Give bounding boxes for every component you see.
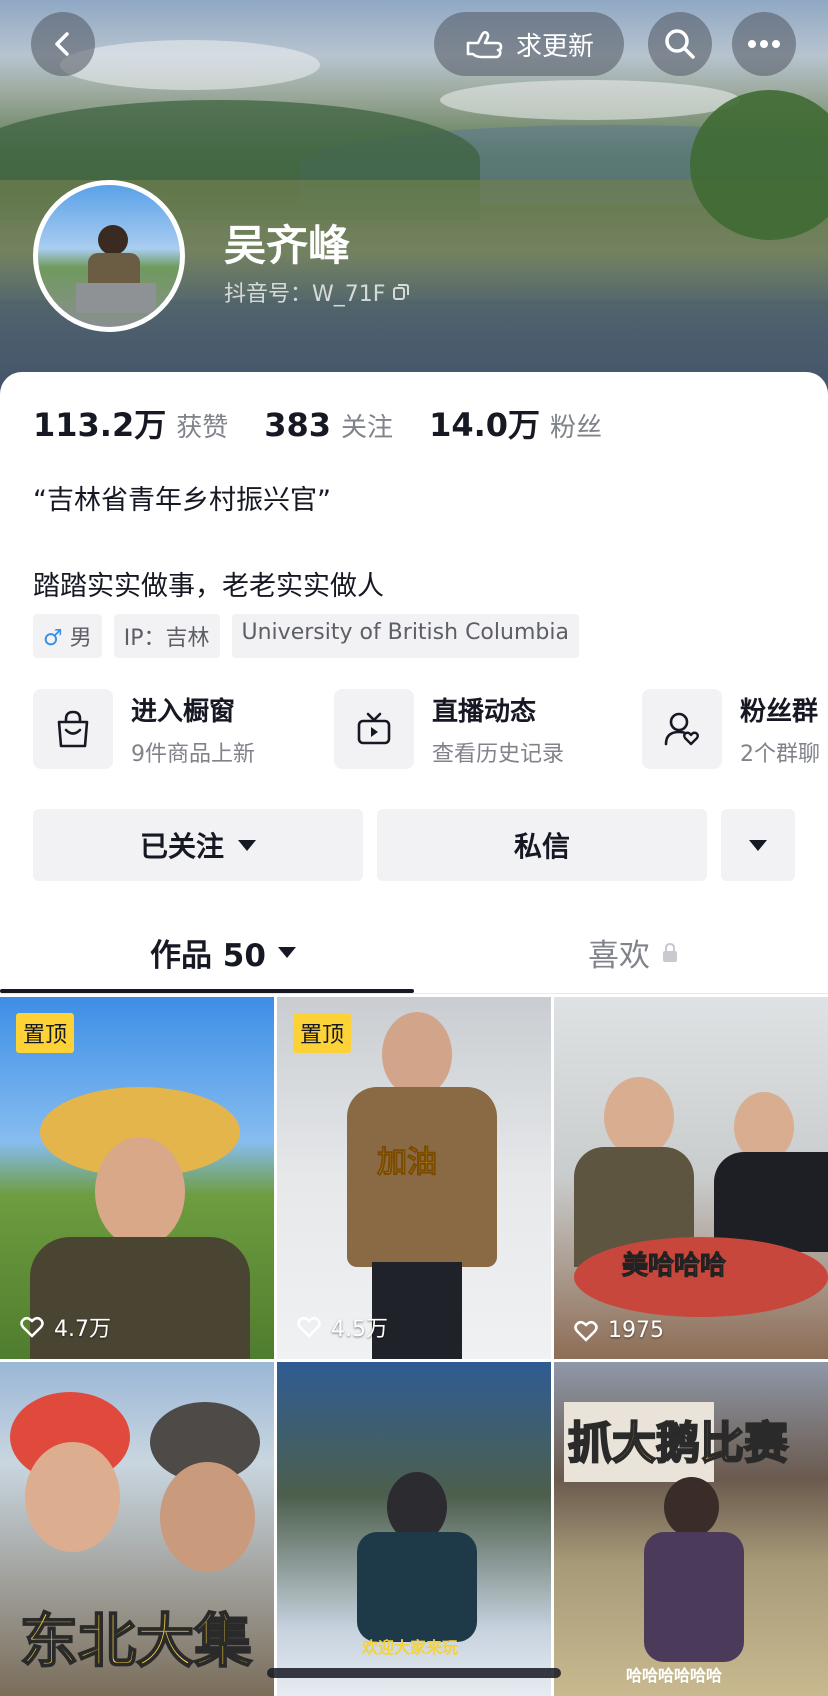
video-card[interactable]: 置顶 4.7万 — [0, 997, 274, 1359]
male-icon: ♂ — [43, 626, 63, 651]
video-overlay-text: 欢迎大家来玩 — [362, 1638, 459, 1657]
video-overlay-text: 东北大集 — [19, 1606, 253, 1676]
shop-title: 进入橱窗 — [131, 696, 236, 727]
copy-icon — [393, 284, 410, 300]
avatar-person-head — [98, 225, 128, 255]
avatar[interactable] — [33, 180, 185, 332]
douyin-id-text: 抖音号：W_71F — [224, 282, 386, 307]
profile-name: 吴齐峰 — [224, 221, 351, 270]
fans-group-icon — [664, 712, 699, 746]
video-card[interactable]: 欢迎大家来玩 — [277, 1362, 551, 1696]
more-dots-icon — [748, 40, 780, 48]
shop-window-entry[interactable]: 进入橱窗 9件商品上新 — [33, 689, 255, 769]
tv-icon — [357, 712, 391, 745]
douyin-id[interactable]: 抖音号：W_71F — [224, 276, 411, 308]
shop-icon-box — [33, 689, 113, 769]
profile-stats: 113.2万 获赞 383 关注 14.0万 粉丝 — [33, 400, 638, 446]
tab-likes-label: 喜欢 — [588, 938, 650, 974]
live-icon-box — [334, 689, 414, 769]
likes-count: 1975 — [608, 1318, 664, 1343]
person-face — [382, 1012, 452, 1097]
lock-icon — [663, 942, 677, 962]
heart-icon — [574, 1320, 598, 1342]
message-button[interactable]: 私信 — [377, 809, 707, 881]
bio-line-1: “吉林省青年乡村振兴官” — [33, 485, 331, 516]
live-title: 直播动态 — [432, 696, 537, 727]
fans-title: 粉丝群 — [740, 696, 819, 727]
video-card[interactable]: 加油 置顶 4.5万 — [277, 997, 551, 1359]
cloud — [440, 80, 740, 120]
school-tag[interactable]: University of British Columbia — [231, 614, 579, 658]
heart-icon — [297, 1317, 321, 1338]
message-label: 私信 — [513, 830, 570, 863]
more-actions-button[interactable] — [721, 809, 795, 881]
caret-down-icon — [749, 839, 767, 851]
person-head — [664, 1477, 719, 1537]
tab-divider — [0, 993, 828, 994]
video-card[interactable]: 东北大集 — [0, 1362, 274, 1696]
pointing-hand-icon — [466, 31, 503, 59]
request-update-label: 求更新 — [515, 31, 594, 62]
request-update-button[interactable]: 求更新 — [434, 12, 624, 76]
followed-label: 已关注 — [139, 830, 224, 863]
shopping-bag-icon — [57, 710, 89, 748]
video-likes: 4.5万 — [297, 1311, 388, 1343]
video-card[interactable]: 抓大鹅比赛 哈哈哈哈哈哈 — [554, 1362, 828, 1696]
video-overlay-text: 抓大鹅比赛 — [567, 1417, 789, 1470]
shop-subtitle: 9件商品上新 — [131, 741, 255, 767]
cloud — [60, 40, 320, 90]
followers-label[interactable]: 粉丝 — [550, 407, 602, 444]
search-button[interactable] — [648, 12, 712, 76]
live-history-entry[interactable]: 直播动态 查看历史记录 — [334, 689, 564, 769]
likes-count: 4.7万 — [54, 1317, 111, 1342]
more-button[interactable] — [732, 12, 796, 76]
person-body — [714, 1152, 828, 1252]
followed-button[interactable]: 已关注 — [33, 809, 363, 881]
pinned-badge: 置顶 — [16, 1013, 75, 1053]
back-button[interactable] — [31, 12, 95, 76]
chevron-left-icon — [55, 32, 69, 56]
likes-label: 获赞 — [176, 413, 229, 443]
video-caption: 哈哈哈哈哈哈 — [626, 1666, 723, 1685]
pinned-badge: 置顶 — [293, 1013, 352, 1053]
person-face — [25, 1442, 120, 1552]
profile-tags: ♂ 男 IP：吉林 University of British Columbia — [33, 614, 579, 658]
video-overlay-text: 美哈哈哈 — [621, 1251, 727, 1282]
gender-tag: ♂ 男 — [33, 614, 102, 658]
video-overlay-text: 加油 — [377, 1145, 438, 1181]
fans-group-entry[interactable]: 粉丝群 2个群聊 — [642, 689, 820, 769]
video-likes: 4.7万 — [20, 1311, 111, 1343]
followers-count[interactable]: 14.0万 — [429, 400, 540, 446]
following-count[interactable]: 383 — [264, 406, 331, 444]
caret-down-icon — [277, 947, 296, 958]
gender-text: 男 — [69, 626, 92, 651]
tab-works[interactable]: 作品 50 — [150, 930, 296, 975]
video-likes: 1975 — [574, 1318, 664, 1343]
likes-count: 4.5万 — [331, 1317, 388, 1342]
fans-subtitle: 2个群聊 — [740, 741, 820, 767]
heart-icon — [20, 1317, 44, 1338]
fans-icon-box — [642, 689, 722, 769]
person-body — [644, 1532, 744, 1662]
avatar-grill — [76, 283, 156, 313]
live-subtitle: 查看历史记录 — [432, 741, 565, 767]
ip-tag: IP：吉林 — [113, 614, 220, 658]
tab-works-label: 作品 50 — [150, 938, 266, 974]
person-body — [357, 1532, 477, 1642]
person-face — [160, 1462, 255, 1572]
bio-line-2: 踏踏实实做事，老老实实做人 — [33, 571, 384, 602]
caret-down-icon — [238, 839, 256, 851]
home-indicator — [267, 1668, 561, 1678]
person-face — [95, 1137, 185, 1247]
following-label[interactable]: 关注 — [341, 407, 393, 444]
search-icon — [665, 29, 695, 59]
person-face — [604, 1077, 674, 1157]
likes-count: 113.2万 — [33, 406, 167, 444]
tab-likes[interactable]: 喜欢 — [588, 930, 678, 975]
video-card[interactable]: 美哈哈哈 1975 — [554, 997, 828, 1359]
